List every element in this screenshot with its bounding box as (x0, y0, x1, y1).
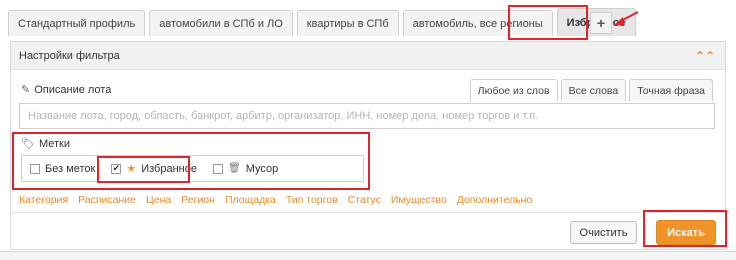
filter-link-additional[interactable]: Дополнительно (457, 194, 533, 206)
chevron-up-double-icon[interactable]: ⌃⌃ (695, 49, 715, 63)
profile-tabs: Стандартный профиль автомобили в СПб и Л… (8, 8, 640, 36)
mode-tab-all-words[interactable]: Все слова (560, 79, 627, 101)
filter-link-auction-type[interactable]: Тип торгов (286, 194, 338, 206)
lot-description-label: ✎ Описание лота (21, 83, 112, 97)
filter-panel-header: Настройки фильтра ⌃⌃ (11, 42, 725, 70)
filter-links: Категория Расписание Цена Регион Площадк… (19, 194, 532, 206)
trash-icon: 🗑 (227, 163, 241, 174)
labels-label-text: Метки (38, 137, 71, 150)
labels-checkbox-group: Без меток ✔ ★ Избранное 🗑 Мусор (21, 155, 364, 182)
search-button[interactable]: Искать (656, 220, 716, 245)
label-option-text: Без меток (45, 162, 96, 175)
search-mode-tabs: Любое из слов Все слова Точная фраза (467, 79, 713, 102)
tags-icon: 🏷 (21, 138, 35, 150)
filter-panel: Настройки фильтра ⌃⌃ ✎ Описание лота Люб… (10, 41, 726, 250)
tab-cars-all-regions[interactable]: автомобиль, все регионы (402, 10, 553, 36)
add-tab-button[interactable]: + (590, 12, 612, 34)
filter-link-status[interactable]: Статус (348, 194, 381, 206)
label-option-no-labels[interactable]: Без меток (22, 156, 103, 181)
mode-tab-exact-phrase[interactable]: Точная фраза (629, 79, 713, 101)
tab-apartments-spb[interactable]: квартиры в СПб (296, 10, 399, 36)
filter-panel-title: Настройки фильтра (19, 50, 120, 62)
label-option-text: Мусор (245, 162, 279, 175)
next-panel-edge (0, 251, 736, 260)
checkbox-trash[interactable] (212, 163, 223, 174)
filter-link-property[interactable]: Имущество (391, 194, 447, 206)
labels-label: 🏷 Метки (21, 137, 71, 151)
checkbox-favorites[interactable]: ✔ (111, 163, 122, 174)
clear-button[interactable]: Очистить (570, 221, 637, 244)
red-arrow-annotation (614, 11, 639, 26)
pencil-icon: ✎ (21, 84, 31, 96)
checkbox-no-labels[interactable] (30, 163, 40, 174)
tab-cars-spb[interactable]: автомобили в СПб и ЛО (149, 10, 293, 36)
filter-link-platform[interactable]: Площадка (225, 194, 276, 206)
filter-link-region[interactable]: Регион (181, 194, 215, 206)
mode-tab-any-word[interactable]: Любое из слов (469, 79, 558, 102)
lot-description-label-text: Описание лота (34, 83, 112, 96)
star-icon: ★ (126, 163, 137, 175)
label-option-favorites[interactable]: ✔ ★ Избранное (103, 156, 205, 181)
tab-standard-profile[interactable]: Стандартный профиль (8, 10, 146, 36)
panel-divider (11, 212, 725, 213)
filter-link-category[interactable]: Категория (19, 194, 68, 206)
label-option-trash[interactable]: 🗑 Мусор (205, 156, 286, 181)
label-option-text: Избранное (141, 162, 197, 175)
filter-link-price[interactable]: Цена (146, 194, 171, 206)
lot-search-input[interactable] (19, 103, 715, 129)
filter-link-schedule[interactable]: Расписание (78, 194, 136, 206)
